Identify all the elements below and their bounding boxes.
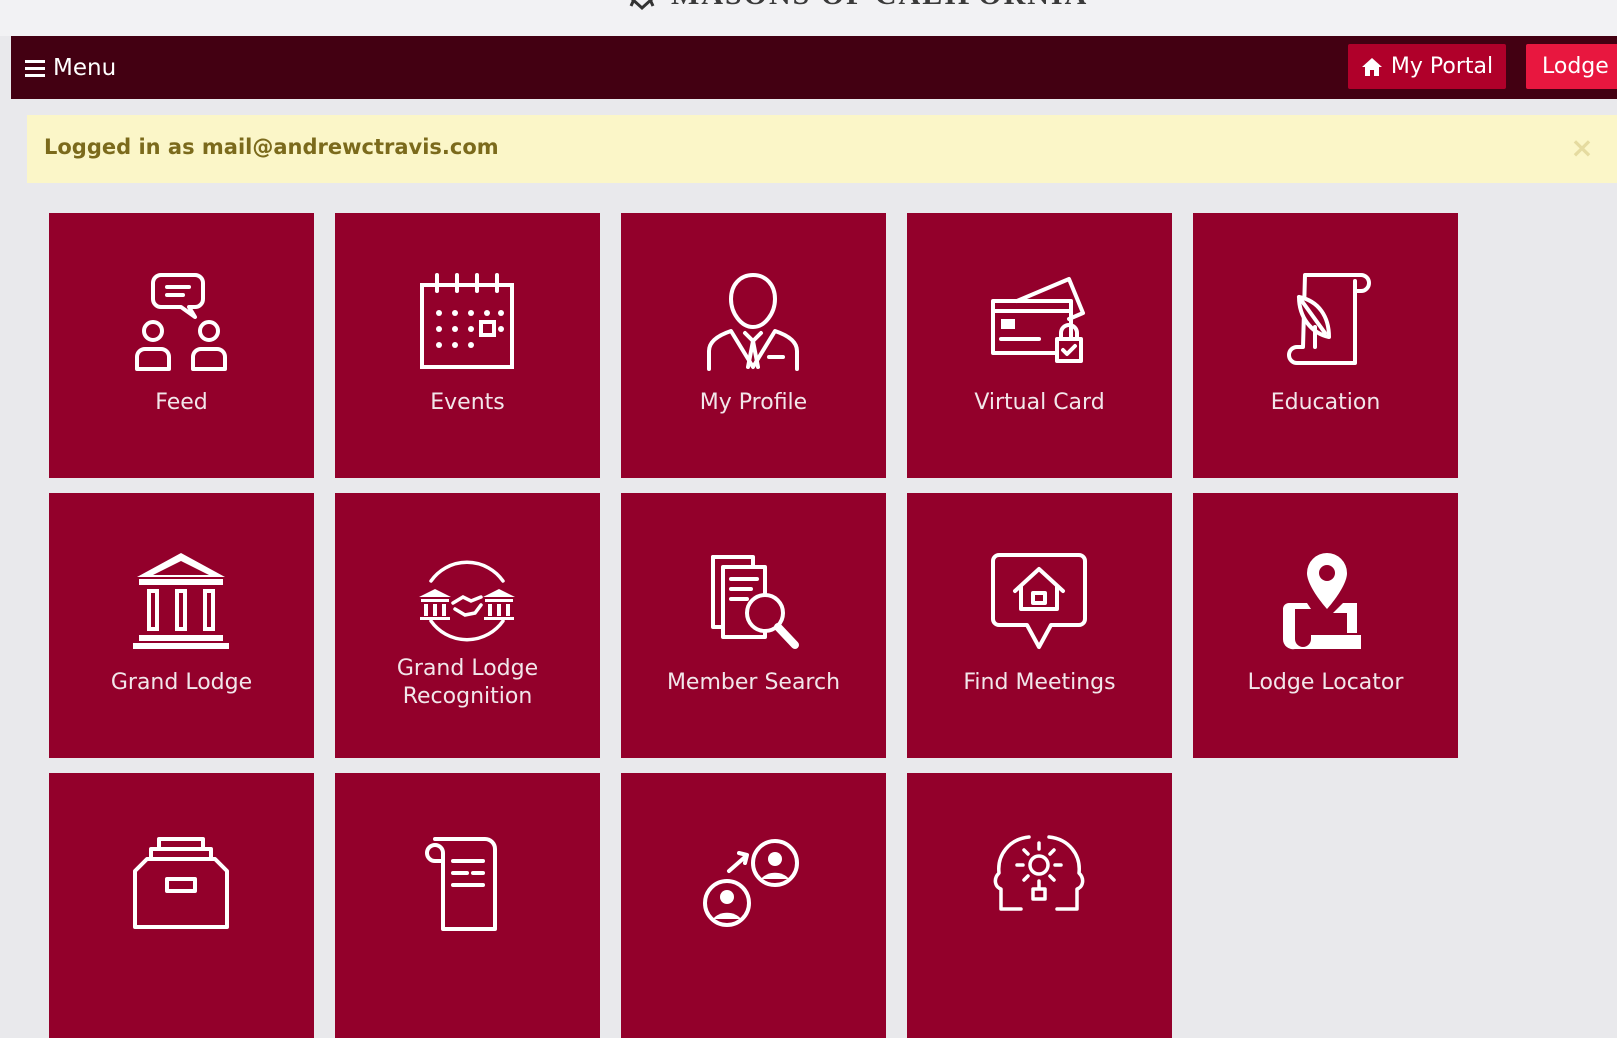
login-alert: Logged in as mail@andrewctravis.com ×	[27, 115, 1617, 183]
top-strip: MASONS OF CALIFORNIA	[0, 0, 1617, 36]
menu-label: Menu	[53, 55, 117, 81]
tile-virtual-card[interactable]: Virtual Card	[907, 213, 1172, 478]
scroll-document-icon	[417, 831, 517, 931]
login-message: Logged in as mail@andrewctravis.com	[44, 135, 499, 159]
my-portal-button[interactable]: My Portal	[1348, 44, 1506, 89]
tile-my-profile[interactable]: My Profile	[621, 213, 886, 478]
tile-education[interactable]: Education	[1193, 213, 1458, 478]
tile-label: Virtual Card	[974, 390, 1105, 415]
tile-label: Lodge Locator	[1247, 670, 1404, 695]
lodge-button[interactable]: Lodge	[1526, 44, 1617, 89]
tile-label: Education	[1270, 390, 1381, 415]
tile-people-exchange[interactable]	[621, 773, 886, 1038]
home-icon	[1361, 57, 1382, 76]
tile-feed[interactable]: Feed	[49, 213, 314, 478]
scroll-quill-icon	[1275, 271, 1375, 371]
calendar-icon	[417, 271, 517, 371]
people-exchange-icon	[703, 831, 803, 931]
tile-grand-lodge-recognition[interactable]: Grand Lodge Recognition	[335, 493, 600, 758]
archive-box-icon	[131, 831, 231, 931]
tile-events[interactable]: Events	[335, 213, 600, 478]
close-icon[interactable]: ×	[1567, 133, 1597, 163]
tile-lodge-locator[interactable]: Lodge Locator	[1193, 493, 1458, 758]
tile-head-lightbulb[interactable]	[907, 773, 1172, 1038]
tile-label: Feed	[155, 390, 208, 415]
tile-label: Find Meetings	[963, 670, 1116, 695]
temple-icon	[131, 551, 231, 651]
tile-scroll-document[interactable]	[335, 773, 600, 1038]
brand-text: MASONS OF CALIFORNIA	[671, 0, 1088, 12]
house-speech-icon	[989, 551, 1089, 651]
map-pin-icon	[1275, 551, 1375, 651]
tile-archive[interactable]	[49, 773, 314, 1038]
tile-label: Member Search	[666, 670, 841, 695]
tile-member-search[interactable]: Member Search	[621, 493, 886, 758]
person-suit-icon	[703, 271, 803, 371]
my-portal-label: My Portal	[1390, 54, 1494, 79]
navbar: Menu My Portal Lodge	[11, 36, 1617, 99]
site-brand[interactable]: MASONS OF CALIFORNIA	[625, 0, 1088, 12]
document-search-icon	[703, 551, 803, 651]
tile-label: Grand Lodge	[110, 670, 253, 695]
tile-find-meetings[interactable]: Find Meetings	[907, 493, 1172, 758]
tile-label: My Profile	[699, 390, 808, 415]
hamburger-icon	[25, 59, 45, 77]
head-lightbulb-icon	[989, 831, 1089, 931]
feed-chat-icon	[131, 271, 231, 371]
temple-handshake-icon	[417, 551, 517, 651]
square-compass-icon	[629, 0, 655, 11]
tile-label: Events	[430, 390, 505, 415]
tile-label: Grand Lodge Recognition	[396, 656, 539, 709]
tile-grand-lodge[interactable]: Grand Lodge	[49, 493, 314, 758]
menu-button[interactable]: Menu	[25, 51, 116, 85]
lodge-label: Lodge	[1542, 54, 1609, 79]
card-lock-icon	[989, 271, 1089, 371]
